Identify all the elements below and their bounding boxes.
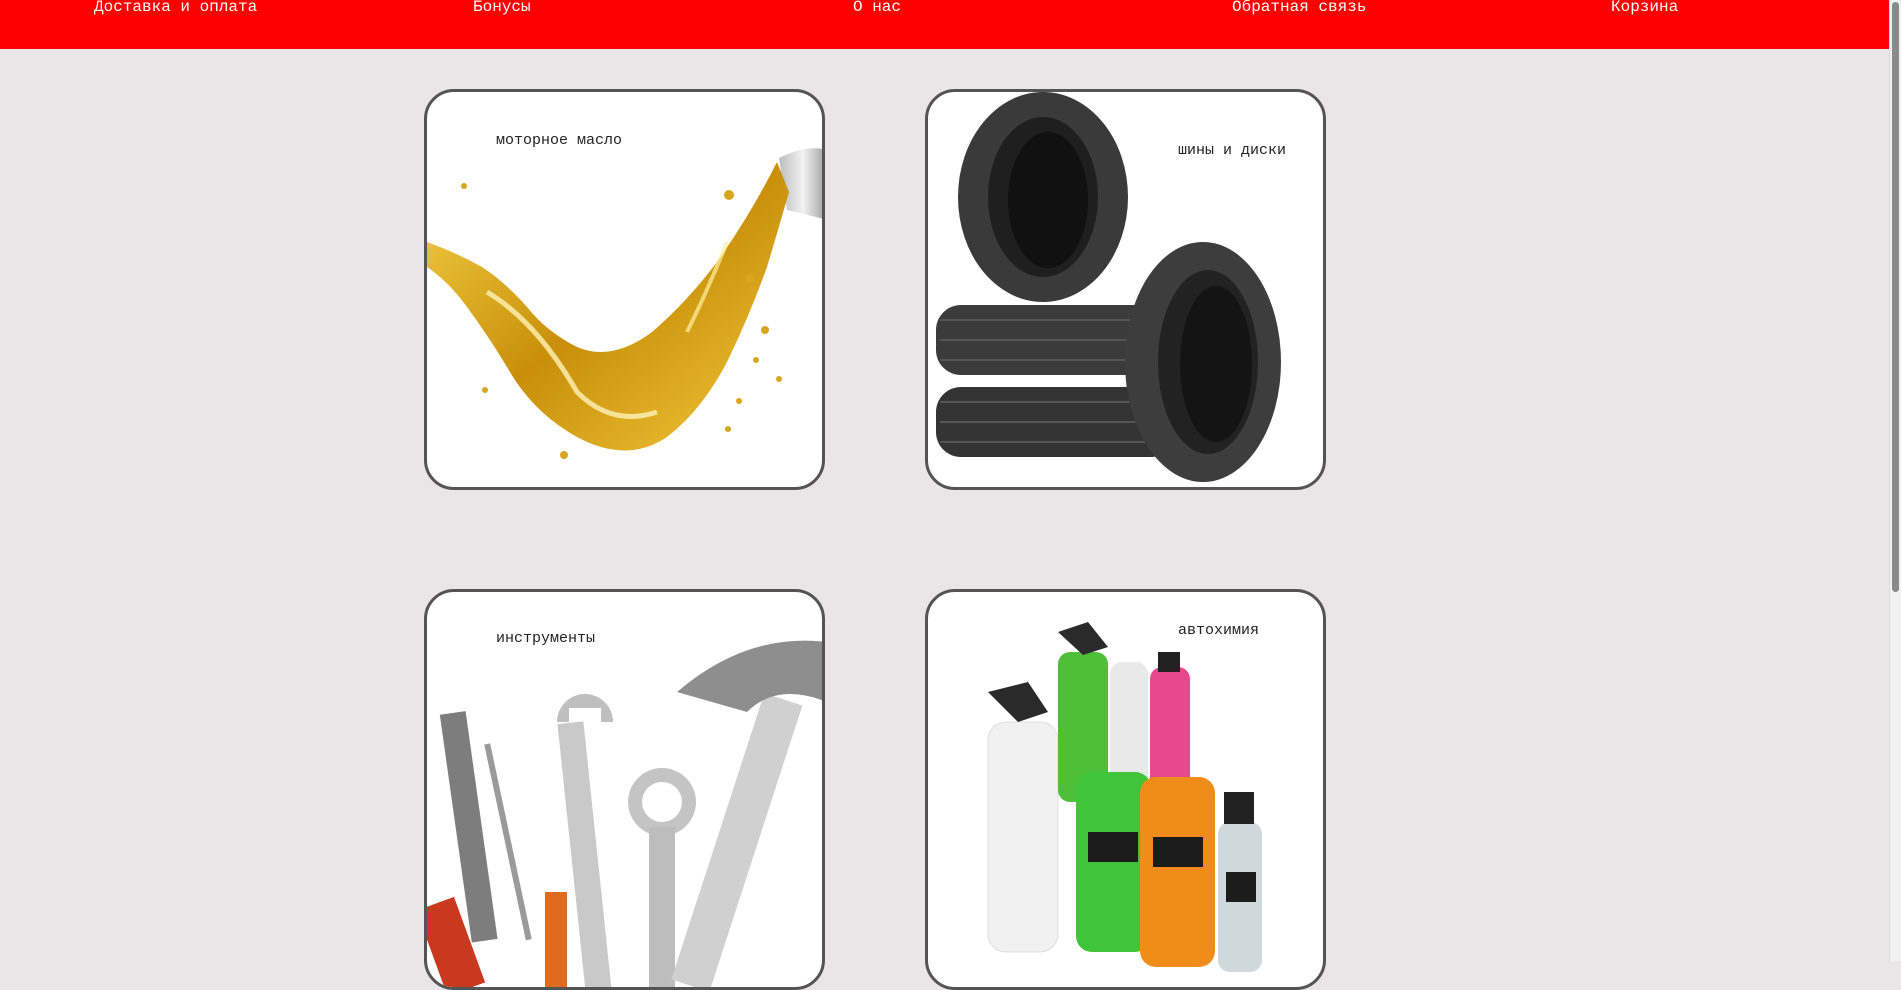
page-scrollbar[interactable]	[1889, 0, 1901, 961]
nav-feedback[interactable]: Обратная связь	[1232, 0, 1366, 15]
category-label-car-chemicals: автохимия	[1178, 622, 1260, 639]
category-label-tools: инструменты	[496, 630, 596, 647]
nav-bonuses[interactable]: Бонусы	[473, 0, 531, 15]
car-chemicals-icon	[987, 622, 1262, 972]
nav-delivery-payment[interactable]: Доставка и оплата	[94, 0, 257, 15]
tools-icon	[427, 640, 822, 987]
category-card-tires[interactable]: шины и диски	[925, 89, 1326, 490]
nav-about[interactable]: О нас	[853, 0, 901, 15]
category-card-tools[interactable]: инструменты	[424, 589, 825, 990]
top-nav-bar: Доставка и оплата Бонусы О нас Обратная …	[0, 0, 1890, 49]
oil-splash-icon	[427, 148, 822, 459]
category-card-motor-oil[interactable]: моторное масло	[424, 89, 825, 490]
category-card-car-chemicals[interactable]: автохимия	[925, 589, 1326, 990]
category-label-motor-oil: моторное масло	[496, 132, 623, 149]
scrollbar-thumb[interactable]	[1892, 2, 1899, 592]
category-label-tires: шины и диски	[1178, 142, 1287, 159]
nav-cart[interactable]: Корзина	[1611, 0, 1678, 15]
